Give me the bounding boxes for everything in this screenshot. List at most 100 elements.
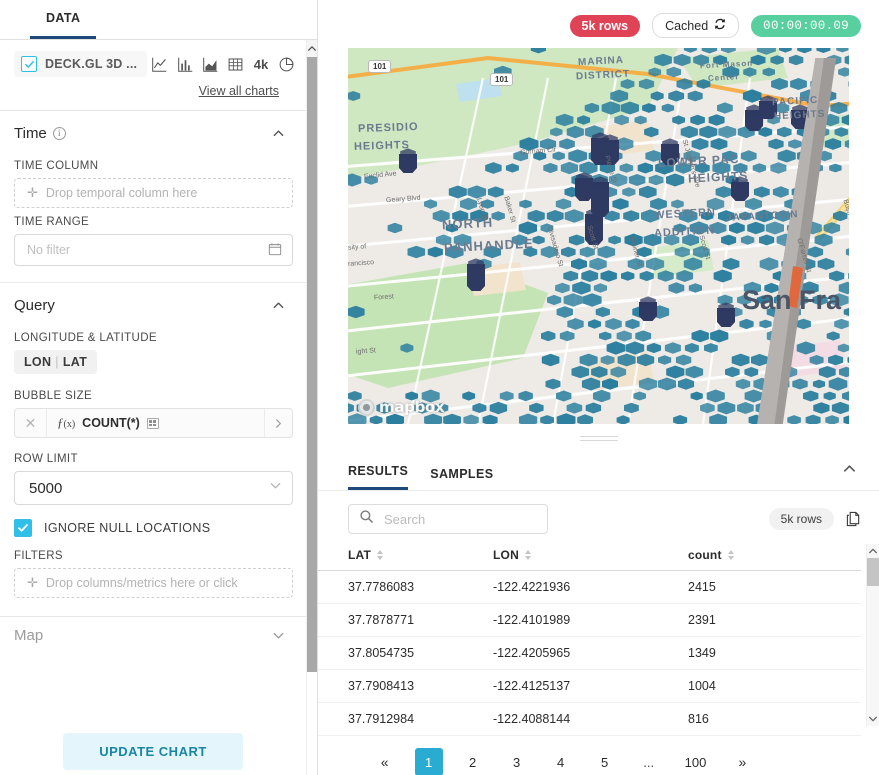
filters-dropzone[interactable]: ✛ Drop columns/metrics here or click [14,568,293,598]
search-input[interactable] [382,511,537,528]
cell-lon: -122.4205965 [493,637,688,670]
scrollbar-down-arrow-icon-table[interactable] [867,712,879,726]
chevron-down-icon-map[interactable] [272,629,285,642]
time-section-header[interactable]: Time i [0,111,307,152]
sort-icon[interactable] [728,550,734,560]
pagination-page-4[interactable]: 4 [547,748,575,775]
lonlat-field: LONGITUDE & LATITUDE LON | LAT [0,332,307,374]
sort-icon[interactable] [377,550,383,560]
metric-label: COUNT(*) [82,416,140,430]
search-icon [359,509,374,529]
time-column-field: TIME COLUMN ✛ Drop temporal column here [0,160,307,208]
area-chart-icon[interactable] [198,50,223,78]
column-header-lon[interactable]: LON [493,544,688,571]
pagination-page-100[interactable]: 100 [679,748,713,775]
map-section-header[interactable]: Map [0,617,307,654]
pagination-page-2[interactable]: 2 [459,748,487,775]
ignore-null-locations-checkbox[interactable]: IGNORE NULL LOCATIONS [0,505,307,537]
scrollbar-thumb-table[interactable] [867,558,879,586]
results-meta: 5k rows [769,508,861,530]
pagination-page-5[interactable]: 5 [591,748,619,775]
mapbox-logo-icon [358,399,375,416]
deckgl-map[interactable]: PRESIDIOHEIGHTSNORTHPANHANDLELOWER PACHE… [348,48,849,424]
lonlat-pill[interactable]: LON | LAT [14,350,97,374]
results-table: LAT LON [318,544,861,736]
table-row: 37.7908413-122.41251371004 [318,670,861,703]
sort-icon[interactable] [525,550,531,560]
time-column-dropzone[interactable]: ✛ Drop temporal column here [14,178,293,208]
column-header-lon-label: LON [493,548,519,562]
results-tabbar: RESULTS SAMPLES [318,458,879,491]
refresh-icon[interactable] [714,18,726,33]
filters-placeholder: Drop columns/metrics here or click [46,576,238,590]
filters-label: FILTERS [14,550,293,562]
cell-lat: 37.7908413 [318,670,493,703]
scrollbar-up-arrow-icon-table[interactable] [867,544,879,558]
time-range-field: TIME RANGE No filter [0,216,307,266]
column-header-lat[interactable]: LAT [318,544,493,571]
chevron-up-icon-results[interactable] [842,461,857,481]
pagination: « 12345... 100 » [318,736,879,775]
row-limit-select[interactable]: 5000 [14,471,293,505]
results-table-body: 37.7786083-122.4221936241537.7878771-122… [318,571,861,736]
superset-explore-page: DATA DECK.GL 3D ... [0,0,879,775]
control-panel-tabbar: DATA [0,0,317,40]
control-panel-scrollbar[interactable] [306,40,317,775]
view-all-charts-link[interactable]: View all charts [199,84,279,98]
tab-data[interactable]: DATA [30,11,96,39]
table-row: 37.7912984-122.4088144816 [318,703,861,736]
time-section-title: Time [14,125,47,142]
lonlat-label: LONGITUDE & LATITUDE [14,332,293,344]
pagination-page-1[interactable]: 1 [415,748,443,775]
metric-body: ƒ(x) COUNT(*) [47,415,264,431]
time-range-input[interactable]: No filter [14,234,293,266]
time-column-placeholder: Drop temporal column here [46,186,197,200]
scrollbar-up-arrow-icon[interactable] [307,40,317,57]
big-number-icon[interactable]: 4k [248,50,273,78]
pagination-page-3[interactable]: 3 [503,748,531,775]
time-range-value: No filter [27,243,70,257]
results-panel: RESULTS SAMPLES 5k rows [318,458,879,775]
copy-icon[interactable] [846,511,861,527]
results-table-head: LAT LON [318,544,861,571]
viz-type-label: DECK.GL 3D ... [45,57,137,71]
cell-lon: -122.4221936 [493,571,688,604]
chevron-up-icon[interactable] [272,127,285,140]
column-header-count[interactable]: count [688,544,861,571]
mapbox-attribution[interactable]: mapbox [358,398,444,416]
bar-chart-icon[interactable] [172,50,197,78]
bubble-size-metric[interactable]: ✕ ƒ(x) COUNT(*) [14,408,293,438]
table-row: 37.7878771-122.41019892391 [318,604,861,637]
row-limit-value: 5000 [29,480,62,497]
line-chart-icon[interactable] [147,50,172,78]
rows-badge[interactable]: 5k rows [570,15,641,37]
scrollbar-thumb[interactable] [307,57,318,672]
cached-badge[interactable]: Cached [652,13,739,38]
update-chart-button[interactable]: UPDATE CHART [63,733,243,770]
pie-chart-icon[interactable] [274,50,299,78]
table-icon[interactable] [223,50,248,78]
plus-icon-filters: ✛ [27,575,38,591]
panel-resize-handle[interactable] [318,436,879,441]
cell-count: 2391 [688,604,861,637]
search-input-wrap[interactable] [348,504,548,534]
remove-metric-icon[interactable]: ✕ [15,409,47,437]
query-section-header[interactable]: Query [0,283,307,324]
cell-count: 816 [688,703,861,736]
time-column-label: TIME COLUMN [14,160,293,172]
results-table-scrollbar[interactable] [866,544,879,726]
time-range-label: TIME RANGE [14,216,293,228]
tab-results[interactable]: RESULTS [348,464,408,490]
map-canvas [348,48,849,424]
pagination-prev[interactable]: « [371,748,399,775]
info-icon[interactable]: i [53,127,66,140]
pagination-ellipsis[interactable]: ... [635,748,663,775]
tab-samples[interactable]: SAMPLES [430,467,493,490]
check-icon [21,56,37,72]
chevron-right-icon[interactable] [264,409,292,437]
ignore-null-locations-label: IGNORE NULL LOCATIONS [44,521,210,535]
chevron-up-icon-query[interactable] [272,299,285,312]
viz-type-selector[interactable]: DECK.GL 3D ... [14,51,147,77]
filters-field: FILTERS ✛ Drop columns/metrics here or c… [0,550,307,598]
pagination-next[interactable]: » [728,748,756,775]
